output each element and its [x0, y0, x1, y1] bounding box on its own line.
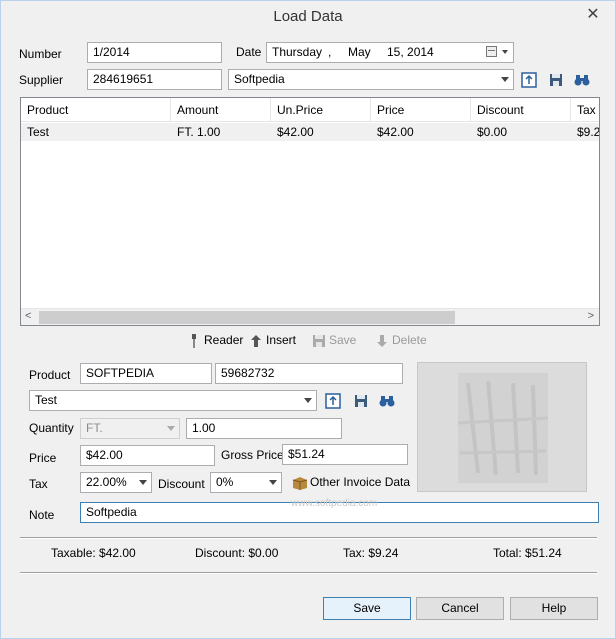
- chevron-down-icon[interactable]: [502, 50, 508, 54]
- arrow-up-icon: [250, 334, 262, 348]
- calendar-icon[interactable]: [486, 46, 497, 57]
- cell-discount: $0.00: [477, 125, 508, 139]
- taxable-total: Taxable: $42.00: [51, 546, 136, 560]
- other-invoice-data-button[interactable]: Other Invoice Data: [292, 475, 410, 490]
- reader-label: Reader: [204, 333, 244, 347]
- cancel-button[interactable]: Cancel: [416, 597, 504, 620]
- chevron-down-icon: [304, 398, 312, 403]
- reader-button[interactable]: Reader: [188, 333, 243, 351]
- column-header-discount[interactable]: Discount: [471, 98, 571, 122]
- number-label: Number: [19, 47, 62, 61]
- tax-total: Tax: $9.24: [343, 546, 399, 560]
- open-icon[interactable]: [324, 392, 342, 410]
- window-title: Load Data: [273, 8, 343, 25]
- supplier-code-field[interactable]: 284619651: [87, 69, 222, 90]
- divider: [20, 538, 597, 539]
- toolbar-save-label: Save: [329, 333, 357, 347]
- horizontal-scrollbar[interactable]: < >: [21, 308, 599, 325]
- title-bar: Load Data ✕: [1, 1, 615, 32]
- open-icon[interactable]: [520, 71, 538, 89]
- chevron-down-icon: [269, 480, 277, 485]
- floppy-icon[interactable]: [547, 71, 565, 89]
- box-icon: [292, 476, 308, 490]
- chevron-down-icon: [167, 426, 175, 431]
- chevron-down-icon: [501, 77, 509, 82]
- scrollbar-thumb[interactable]: [39, 311, 455, 324]
- close-icon[interactable]: ✕: [581, 5, 605, 25]
- date-separator: ,: [328, 45, 332, 59]
- save-button[interactable]: Save: [323, 597, 411, 620]
- scroll-right-icon[interactable]: >: [588, 310, 594, 322]
- discount-select[interactable]: 0%: [210, 472, 282, 493]
- chevron-down-icon: [139, 480, 147, 485]
- date-picker[interactable]: Thursday , May 15, 2014: [266, 42, 514, 63]
- binoculars-icon[interactable]: [573, 71, 591, 89]
- gross-price-field[interactable]: $51.24: [282, 444, 408, 465]
- product-name-field[interactable]: SOFTPEDIA: [80, 363, 212, 384]
- insert-button[interactable]: Insert: [250, 333, 296, 351]
- arrow-down-icon: [376, 334, 388, 348]
- toolbar-save-button[interactable]: Save: [313, 333, 356, 351]
- price-field[interactable]: $42.00: [80, 445, 215, 466]
- quantity-label: Quantity: [29, 421, 74, 435]
- quantity-field[interactable]: 1.00: [186, 418, 342, 439]
- binoculars-icon[interactable]: [378, 392, 396, 410]
- discount-label: Discount: [158, 477, 205, 491]
- floppy-icon[interactable]: [352, 392, 370, 410]
- discount-total: Discount: $0.00: [195, 546, 279, 560]
- cell-tax: $9.2: [577, 125, 600, 139]
- watermark: www.softpedia.com: [291, 498, 378, 509]
- scanner-icon: [188, 333, 200, 348]
- gross-price-label: Gross Price: [221, 448, 284, 462]
- unit-select-value: FT.: [86, 421, 103, 435]
- tax-label: Tax: [29, 477, 48, 491]
- supplier-select[interactable]: Softpedia: [228, 69, 514, 90]
- load-data-window: Load Data ✕ Number 1/2014 Date Thursday …: [0, 0, 616, 639]
- column-header-unit-price[interactable]: Un.Price: [271, 98, 371, 122]
- date-month: May: [348, 45, 371, 59]
- cell-amount: FT. 1.00: [177, 125, 221, 139]
- column-header-tax[interactable]: Tax: [571, 98, 599, 122]
- help-button[interactable]: Help: [510, 597, 598, 620]
- cell-unit-price: $42.00: [277, 125, 314, 139]
- supplier-select-value: Softpedia: [234, 72, 285, 86]
- insert-label: Insert: [266, 333, 297, 347]
- grand-total: Total: $51.24: [493, 546, 562, 560]
- tax-select-value: 22.00%: [86, 475, 127, 489]
- supplier-label: Supplier: [19, 73, 64, 87]
- column-header-price[interactable]: Price: [371, 98, 471, 122]
- floppy-icon: [313, 334, 325, 348]
- other-invoice-data-label: Other Invoice Data: [310, 475, 411, 489]
- date-day-year: 15, 2014: [387, 45, 434, 59]
- invoice-lines-grid[interactable]: Product Amount Un.Price Price Discount T…: [20, 97, 600, 326]
- discount-select-value: 0%: [216, 475, 234, 489]
- number-field[interactable]: 1/2014: [87, 42, 222, 63]
- cell-price: $42.00: [377, 125, 414, 139]
- unit-select[interactable]: FT.: [80, 418, 180, 439]
- product-label: Product: [29, 368, 71, 382]
- table-row[interactable]: Test FT. 1.00 $42.00 $42.00 $0.00 $9.2: [21, 123, 600, 141]
- price-label: Price: [29, 451, 57, 465]
- product-image: [417, 362, 587, 492]
- divider: [20, 573, 597, 574]
- product-code-field[interactable]: 59682732: [215, 363, 403, 384]
- delete-label: Delete: [392, 333, 427, 347]
- scroll-left-icon[interactable]: <: [25, 310, 31, 322]
- product-select[interactable]: Test: [29, 390, 317, 411]
- date-label: Date: [236, 45, 262, 59]
- tax-select[interactable]: 22.00%: [80, 472, 152, 493]
- cell-product: Test: [27, 125, 50, 139]
- column-header-amount[interactable]: Amount: [171, 98, 271, 122]
- delete-button[interactable]: Delete: [376, 333, 427, 351]
- product-select-value: Test: [35, 393, 58, 407]
- grid-header: Product Amount Un.Price Price Discount T…: [21, 98, 599, 122]
- column-header-product[interactable]: Product: [21, 98, 171, 122]
- note-label: Note: [29, 508, 55, 522]
- date-weekday: Thursday: [272, 45, 323, 59]
